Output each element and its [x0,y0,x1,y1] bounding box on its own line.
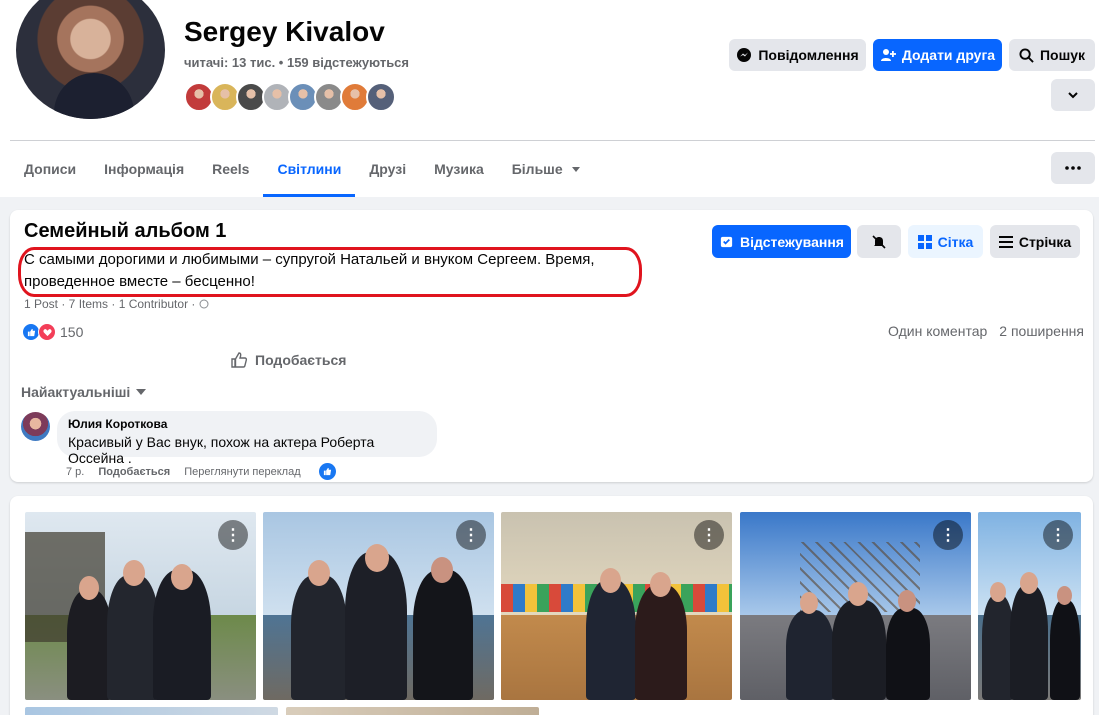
photos-grid-card: ⋮ ⋮ ⋮ ⋮ ⋮ [10,496,1093,715]
comment-sort-dropdown[interactable]: Найактуальніші [21,384,147,400]
grid-icon [917,234,932,249]
list-icon [998,235,1013,248]
ellipsis-icon [1065,166,1081,170]
profile-header: Sergey Kivalov читачі: 13 тис. • 159 від… [0,0,1099,197]
tab-more[interactable]: Більше [498,145,595,195]
photo-thumbnail[interactable]: ⋮ [25,512,256,700]
comment-time[interactable]: 7 р. [66,466,84,478]
message-button[interactable]: Повідомлення [729,39,866,71]
album-description: С самыми дорогими и любимыми – супругой … [24,251,595,290]
add-friend-label: Додати друга [901,47,996,63]
expand-button[interactable] [1051,79,1095,111]
following-label: Відстежування [740,233,844,250]
search-label: Пошук [1039,47,1086,63]
photo-options-button[interactable]: ⋮ [694,520,724,550]
comment-like-reaction-icon[interactable] [318,463,336,480]
tab-reels[interactable]: Reels [198,145,263,195]
following-button[interactable]: Відстежування [712,225,851,258]
more-options-button[interactable] [1051,152,1095,184]
engagement-stats: Один коментар 2 поширення [888,323,1084,339]
comment-bubble: Юлия Короткова Красивый у Вас внук, похо… [57,411,437,466]
tab-friends[interactable]: Друзі [355,145,420,195]
profile-avatar[interactable] [13,0,168,122]
album-meta-text: 1 Post · 7 Items · 1 Contributor · [24,297,196,311]
thumbs-up-icon [231,352,248,368]
feed-view-button[interactable]: Стрічка [990,225,1080,258]
friend-avatar[interactable] [366,82,396,112]
add-person-icon [880,49,896,61]
shares-count[interactable]: 2 поширення [999,323,1084,339]
followers-count[interactable]: читачі: 13 тис. • 159 відстежуються [184,55,409,70]
comment-author[interactable]: Юлия Короткова [68,417,426,431]
caret-down-icon [571,167,580,172]
comment-actions: 7 р. Подобається Переглянути переклад [66,463,336,480]
love-reaction-icon [38,323,56,341]
like-button[interactable]: Подобається [230,348,346,372]
add-friend-button[interactable]: Додати друга [873,39,1002,71]
message-label: Повідомлення [758,47,859,63]
see-translation-link[interactable]: Переглянути переклад [184,466,300,478]
tab-about[interactable]: Інформація [90,145,198,195]
photo-options-button[interactable]: ⋮ [218,520,248,550]
album-meta: 1 Post · 7 Items · 1 Contributor · [24,297,209,311]
reaction-count: 150 [60,324,84,340]
search-button[interactable]: Пошук [1009,39,1095,71]
like-label: Подобається [255,352,347,368]
comments-count[interactable]: Один коментар [888,323,987,339]
friends-avatars[interactable] [184,82,396,112]
profile-tabs: Дописи Інформація Reels Світлини Друзі М… [10,145,595,197]
profile-name[interactable]: Sergey Kivalov [184,16,385,48]
photo-thumbnail[interactable] [25,707,278,715]
globe-icon [199,299,209,309]
photo-options-button[interactable]: ⋮ [456,520,486,550]
sort-label-text: Найактуальніші [21,384,131,400]
album-card: Семейный альбом 1 С самыми дорогими и лю… [10,210,1093,482]
tab-music[interactable]: Музика [420,145,498,195]
header-divider [10,140,1095,141]
comment-author-avatar[interactable] [21,412,50,441]
feed-label: Стрічка [1018,233,1072,250]
caret-down-icon [136,389,147,395]
reactions-summary[interactable]: 150 [22,323,83,341]
comment-like-button[interactable]: Подобається [98,466,170,478]
tab-photos[interactable]: Світлини [263,145,356,197]
album-title: Семейный альбом 1 [24,220,227,242]
grid-label: Сітка [937,233,974,250]
photo-options-button[interactable]: ⋮ [933,520,963,550]
notifications-button[interactable] [857,225,901,258]
tab-posts[interactable]: Дописи [10,145,90,195]
search-icon [1019,47,1034,63]
comment-text: Красивый у Вас внук, похож на актера Роб… [68,434,375,466]
photo-thumbnail[interactable]: ⋮ [740,512,971,700]
grid-view-button[interactable]: Сітка [908,225,983,258]
photo-thumbnail[interactable]: ⋮ [501,512,732,700]
photo-thumbnail[interactable]: ⋮ [263,512,494,700]
chevron-down-icon [1068,92,1078,99]
photo-thumbnail[interactable] [286,707,539,715]
tab-more-label: Більше [511,161,563,177]
photo-options-button[interactable]: ⋮ [1043,520,1073,550]
photo-thumbnail[interactable]: ⋮ [978,512,1081,700]
follow-check-icon [720,236,733,248]
bell-muted-icon [872,234,886,249]
messenger-icon [737,48,752,62]
